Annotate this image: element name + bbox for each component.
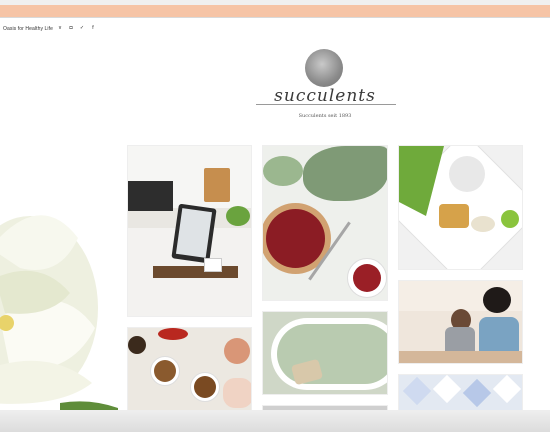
twitter-icon[interactable]: ✓ bbox=[79, 25, 85, 31]
logo-succulent-icon[interactable] bbox=[305, 49, 343, 87]
blue-tiles-photo[interactable] bbox=[398, 374, 523, 411]
bath-tub-photo[interactable] bbox=[262, 311, 388, 395]
instagram-icon[interactable]: ◘ bbox=[68, 25, 74, 31]
site-tagline: Oasis for Healthy Life bbox=[3, 26, 53, 32]
logo-flourish bbox=[256, 104, 396, 105]
top-bar bbox=[0, 0, 550, 18]
logo-title[interactable]: succulents bbox=[252, 86, 398, 106]
social-links: v ◘ ✓ f bbox=[57, 25, 96, 31]
white-flower-decoration bbox=[0, 215, 118, 410]
cherry-tart-succulent-photo[interactable] bbox=[262, 145, 388, 301]
vimeo-icon[interactable]: v bbox=[57, 25, 63, 31]
breakfast-bowls-photo[interactable] bbox=[127, 327, 252, 411]
page-bottom-edge bbox=[0, 410, 550, 432]
women-cooking-photo[interactable] bbox=[398, 280, 523, 364]
browser-strip bbox=[0, 0, 550, 5]
kitchen-tablet-coffee-photo[interactable] bbox=[127, 145, 252, 317]
facebook-icon[interactable]: f bbox=[90, 25, 96, 31]
toast-greens-tray-photo[interactable] bbox=[398, 145, 523, 270]
logo-subtitle: Succulents seit 1893 bbox=[298, 113, 352, 119]
